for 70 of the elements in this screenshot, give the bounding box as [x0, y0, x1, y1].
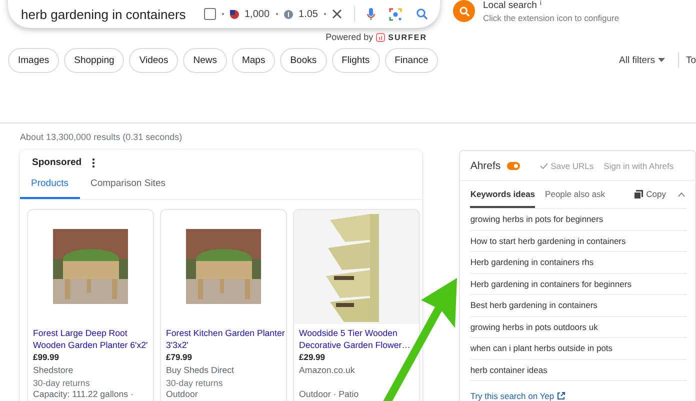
- external-link-icon: [557, 392, 566, 400]
- extension-title: Local search: [483, 0, 537, 11]
- filter-chip[interactable]: Books: [280, 48, 327, 72]
- product-tile[interactable]: Forest Large Deep Root Wooden Garden Planter 6'x2' £99.99 Shedstore 30-day returns Capacity: 111.22 gallons ·: [27, 209, 154, 401]
- chevron-icon[interactable]: [678, 192, 685, 197]
- tab[interactable]: Products: [20, 174, 80, 199]
- results-count: About 13,300,000 results (0.31 seconds): [20, 132, 184, 142]
- yep-link[interactable]: Try this search on Yep: [470, 391, 695, 401]
- seller-name: Shedstore: [33, 364, 74, 376]
- filter-chip[interactable]: Maps: [232, 48, 276, 72]
- flag-icon: [230, 10, 238, 18]
- copy-icon: [634, 190, 644, 198]
- product-tile[interactable]: Woodside 5 Tier Wooden Decorative Garden Flower… £29.99 Amazon.co.uk Outdoor · Patio: [293, 209, 420, 401]
- search-query: herb gardening in containers: [21, 6, 187, 22]
- seller-name: Buy Sheds Direct: [166, 364, 235, 376]
- filter-chip[interactable]: Shopping: [64, 48, 124, 72]
- separator-dot: [324, 13, 326, 15]
- panel-title: Ahrefs: [470, 160, 501, 172]
- separator-dot: [276, 13, 278, 15]
- product-tile[interactable]: Forest Kitchen Garden Planter 3'3x2' £79.99 Buy Sheds Direct 30-day returns Outdoor: [160, 209, 287, 401]
- keyword-item[interactable]: herb container ideas: [470, 360, 687, 381]
- product-price: £29.99: [299, 352, 326, 363]
- extension-hint: Click the extension icon to configure: [483, 13, 620, 23]
- returns-info: 30-day returns: [166, 377, 224, 389]
- keyword-item[interactable]: growing herbs in pots for beginners: [470, 209, 687, 230]
- keyword-item[interactable]: How to start herb gardening in containers: [470, 230, 687, 252]
- caret-icon: [658, 58, 665, 62]
- product-detail: Outdoor · Patio: [299, 389, 360, 399]
- search-icon[interactable]: [453, 0, 475, 22]
- tab[interactable]: People also ask: [545, 187, 606, 208]
- separator-dot: [222, 13, 224, 15]
- product-detail: Outdoor: [166, 389, 199, 399]
- all-filters-button[interactable]: All filters: [619, 54, 673, 66]
- product-title[interactable]: Forest Kitchen Garden Planter 3'3x2': [166, 327, 286, 351]
- checkbox[interactable]: [204, 8, 216, 20]
- product-price: £79.99: [166, 352, 193, 363]
- filter-chip[interactable]: Images: [8, 48, 60, 72]
- product-price: £99.99: [33, 352, 60, 363]
- tab[interactable]: Keywords ideas: [470, 187, 536, 208]
- keyword-item[interactable]: Best herb gardening in containers: [470, 295, 687, 316]
- powered-by-label: Powered by: [326, 32, 374, 42]
- keyword-item[interactable]: when can i plant herbs outside in pots: [470, 338, 687, 360]
- product-detail: Capacity: 111.22 gallons ·: [33, 389, 134, 399]
- product-title[interactable]: Woodside 5 Tier Wooden Decorative Garden Flower…: [299, 327, 419, 351]
- filter-chip[interactable]: Finance: [384, 48, 438, 72]
- returns-info: 30-day returns: [33, 377, 91, 389]
- product-title[interactable]: Forest Large Deep Root Wooden Garden Planter 6'x2': [33, 327, 153, 351]
- search-field[interactable]: herb gardening in containers 1,000 1.05: [8, 0, 440, 28]
- microphone-icon[interactable]: [367, 8, 375, 20]
- keyword-item[interactable]: growing herbs in pots outdoors uk: [470, 316, 687, 338]
- tab[interactable]: Comparison Sites: [80, 174, 176, 199]
- toggle-switch[interactable]: [506, 162, 520, 170]
- filter-chip[interactable]: Videos: [129, 48, 178, 72]
- check-icon: [540, 163, 548, 169]
- sponsored-label: Sponsored: [32, 157, 82, 168]
- cost-per-click: 1.05: [298, 8, 318, 20]
- tools-button[interactable]: To: [678, 52, 696, 68]
- keyword-item[interactable]: Herb gardening in containers rhs: [470, 252, 687, 274]
- camera-icon[interactable]: [389, 8, 402, 20]
- keyword-item[interactable]: Herb gardening in containers for beginners: [470, 274, 687, 295]
- close-icon[interactable]: [332, 9, 342, 19]
- search-icon[interactable]: [416, 8, 428, 20]
- brand-name: SURFER: [388, 32, 427, 42]
- filter-chip[interactable]: Flights: [332, 48, 380, 72]
- chart-logo-icon: [376, 32, 386, 42]
- more-icon[interactable]: [92, 158, 95, 168]
- copy-button[interactable]: Copy: [634, 189, 666, 206]
- filter-chip[interactable]: News: [183, 48, 227, 72]
- seller-name: Amazon.co.uk: [299, 364, 356, 376]
- search-volume: 1,000: [244, 8, 270, 20]
